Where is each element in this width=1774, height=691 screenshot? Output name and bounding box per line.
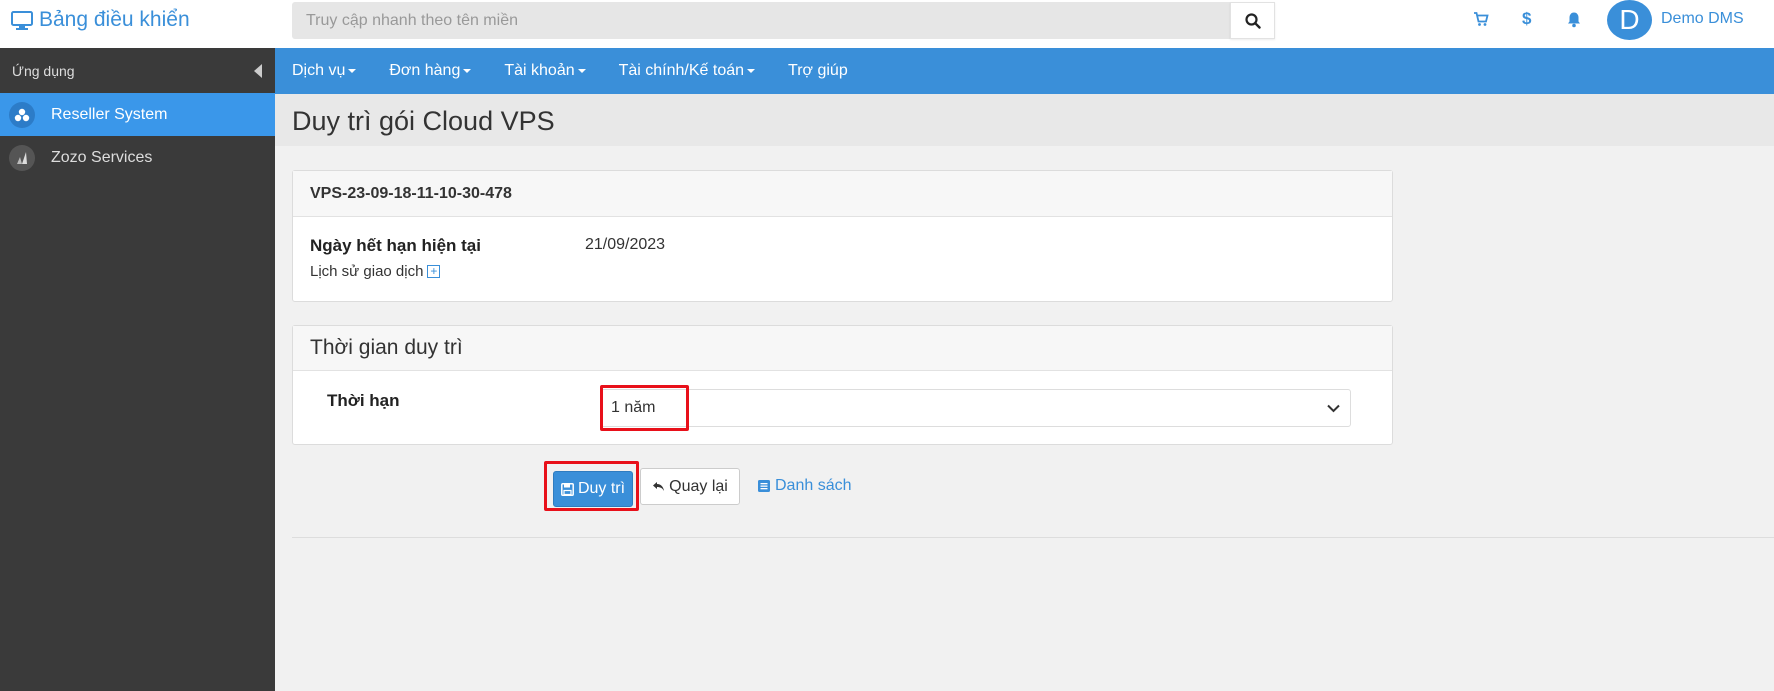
search-icon: [1244, 12, 1261, 29]
list-link-label: Danh sách: [775, 477, 852, 494]
brand-label: Bảng điều khiển: [39, 8, 190, 31]
expiry-label: Ngày hết hạn hiện tại: [310, 236, 481, 255]
search-button[interactable]: [1230, 2, 1275, 39]
nav-item-orders[interactable]: Đơn hàng: [389, 62, 472, 80]
plus-square-icon[interactable]: +: [427, 265, 441, 278]
renew-button[interactable]: Duy trì: [553, 471, 633, 507]
sidebar-item-reseller-system[interactable]: Reseller System: [0, 93, 275, 136]
services-icon: [9, 144, 35, 171]
reply-arrow-icon: [653, 482, 665, 491]
sidebar-item-label: Zozo Services: [51, 148, 153, 166]
dollar-button[interactable]: $: [1522, 9, 1531, 29]
nav-item-label: Đơn hàng: [389, 62, 461, 79]
save-button-highlight: Duy trì: [544, 461, 639, 511]
monitor-icon: [11, 10, 33, 30]
caret-down-icon: [463, 69, 472, 73]
username-label: Demo DMS: [1661, 10, 1744, 27]
notification-button[interactable]: [1566, 11, 1582, 33]
page-header: Duy trì gói Cloud VPS: [275, 94, 1774, 146]
footer-divider: [292, 537, 1774, 538]
sidebar-item-zozo-services[interactable]: Zozo Services: [0, 136, 275, 179]
vps-info-panel: VPS-23-09-18-11-10-30-478 Ngày hết hạn h…: [292, 170, 1393, 302]
list-link[interactable]: Danh sách: [758, 477, 852, 495]
sidebar: Ứng dụng Reseller System Zozo Services: [0, 48, 275, 691]
renew-button-label: Duy trì: [577, 480, 626, 497]
top-header: Bảng điều khiển $ D Demo DMS: [0, 0, 1774, 48]
chevron-down-icon: [1327, 404, 1340, 412]
avatar[interactable]: D: [1607, 0, 1652, 40]
history-label: Lịch sử giao dịch: [310, 263, 424, 280]
caret-down-icon: [747, 69, 756, 73]
list-icon: [758, 480, 770, 492]
search-input[interactable]: [292, 2, 1230, 39]
caret-down-icon: [348, 69, 357, 73]
user-menu[interactable]: Demo DMS: [1661, 10, 1744, 28]
expiry-value: 21/09/2023: [585, 236, 666, 253]
nav-item-help[interactable]: Trợ giúp: [788, 62, 848, 80]
floppy-disk-icon: [560, 482, 574, 496]
nav-item-label: Dịch vụ: [292, 62, 346, 79]
cart-icon: [1474, 12, 1489, 26]
back-button-label: Quay lại: [669, 477, 728, 495]
page-title: Duy trì gói Cloud VPS: [292, 106, 555, 136]
back-button[interactable]: Quay lại: [640, 468, 740, 505]
nav-item-finance[interactable]: Tài chính/Kế toán: [618, 62, 756, 80]
bell-icon: [1568, 12, 1580, 28]
vps-id-heading: VPS-23-09-18-11-10-30-478: [293, 171, 1392, 217]
cluster-icon: [9, 101, 35, 128]
nav-item-account[interactable]: Tài khoản: [504, 62, 586, 80]
sidebar-header: Ứng dụng: [0, 48, 275, 93]
brand-link[interactable]: Bảng điều khiển: [11, 8, 190, 32]
renew-duration-panel: Thời gian duy trì Thời hạn 1 năm: [292, 325, 1393, 445]
cart-button[interactable]: [1473, 11, 1489, 32]
search-bar: [292, 2, 1275, 39]
term-label: Thời hạn: [327, 391, 400, 410]
collapse-arrow-icon[interactable]: [253, 63, 263, 79]
avatar-initial: D: [1619, 4, 1640, 35]
vps-id: VPS-23-09-18-11-10-30-478: [310, 184, 512, 202]
caret-down-icon: [577, 69, 586, 73]
renew-panel-heading: Thời gian duy trì: [293, 326, 1392, 371]
main-nav: Dịch vụ Đơn hàng Tài khoản Tài chính/Kế …: [275, 48, 1774, 94]
term-selected-value: 1 năm: [611, 399, 656, 416]
renew-panel-title: Thời gian duy trì: [310, 336, 463, 359]
transaction-history-toggle[interactable]: Lịch sử giao dịch +: [310, 263, 441, 280]
nav-item-label: Trợ giúp: [788, 62, 848, 79]
sidebar-title: Ứng dụng: [12, 62, 75, 79]
nav-item-services[interactable]: Dịch vụ: [292, 62, 357, 80]
sidebar-item-label: Reseller System: [51, 105, 168, 123]
term-select[interactable]: 1 năm: [600, 389, 1351, 427]
nav-item-label: Tài chính/Kế toán: [618, 62, 745, 79]
nav-item-label: Tài khoản: [504, 62, 575, 79]
dollar-icon: $: [1522, 9, 1532, 28]
